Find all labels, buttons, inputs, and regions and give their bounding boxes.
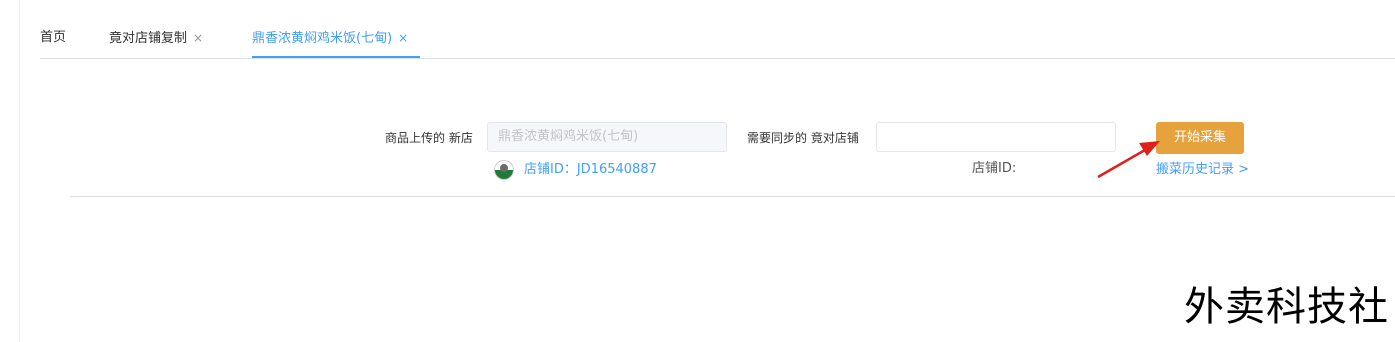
store-id-text: 店铺ID：JD16540887 xyxy=(524,162,657,177)
section-divider xyxy=(70,196,1395,197)
active-tab-indicator xyxy=(252,56,420,58)
close-icon[interactable]: × xyxy=(193,31,203,45)
tab-competitor-copy-label: 竟对店铺复制 xyxy=(109,31,188,46)
sync-store-input[interactable] xyxy=(876,122,1116,152)
target-store-id-text: 店铺ID: xyxy=(972,161,1017,176)
start-collect-button[interactable]: 开始采集 xyxy=(1156,122,1244,154)
close-icon[interactable]: × xyxy=(398,31,408,45)
tab-competitor-copy[interactable]: 竟对店铺复制 × xyxy=(109,30,203,47)
tab-home[interactable]: 首页 xyxy=(40,30,66,46)
history-records-link[interactable]: 搬菜历史记录 > xyxy=(1156,162,1249,178)
upload-store-label: 商品上传的 新店 xyxy=(385,131,473,145)
tab-bar: 首页 竟对店铺复制 × 鼎香浓黄焖鸡米饭(七甸) × xyxy=(40,18,1395,59)
upload-store-input[interactable]: 鼎香浓黄焖鸡米饭(七甸) xyxy=(487,122,727,152)
store-logo-icon xyxy=(494,160,514,180)
watermark-text: 外卖科技社 xyxy=(1184,284,1389,330)
left-border xyxy=(19,0,20,342)
tab-store-detail-label: 鼎香浓黄焖鸡米饭(七甸) xyxy=(252,31,393,46)
sync-store-label: 需要同步的 竟对店铺 xyxy=(747,131,859,145)
tab-home-label: 首页 xyxy=(40,30,67,45)
tab-store-detail[interactable]: 鼎香浓黄焖鸡米饭(七甸) × xyxy=(252,30,408,47)
